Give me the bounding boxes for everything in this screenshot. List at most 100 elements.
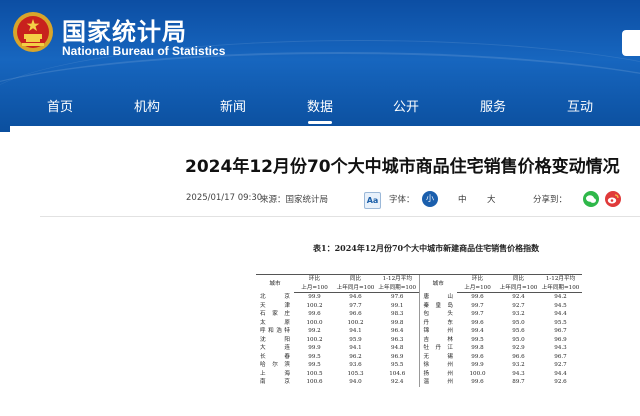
table-subheader: 上年同月=100 [498, 283, 539, 293]
table-cell-value: 93.6 [349, 362, 362, 368]
table-header-avg: 1-12月平均 [376, 274, 419, 284]
table-cell-value: 96.9 [391, 353, 404, 360]
table-cell-city: 秦皇岛 [418, 301, 457, 310]
main-nav: 首页 机构 新闻 数据 公开 服务 互动 [0, 90, 640, 128]
table-header-yoy: 同比 [498, 274, 539, 284]
table-cell-value: 89.7 [512, 379, 525, 385]
table-cell-value: 97.7 [349, 302, 362, 309]
national-emblem-icon[interactable] [11, 10, 55, 54]
table-cell-city: 徐 州 [418, 361, 457, 370]
table-cell-value: 100.5 [306, 370, 323, 377]
table-cell-value: 96.3 [391, 336, 404, 343]
table-cell-value: 99.5 [471, 336, 484, 343]
table-cell-value: 96.6 [512, 353, 525, 360]
table-cell-value: 99.1 [391, 302, 404, 309]
table-cell-value: 99.2 [308, 328, 321, 334]
table-header-mom: 环比 [457, 274, 498, 284]
table-header-yoy: 同比 [335, 274, 376, 284]
table-cell-city: 吉 林 [418, 335, 457, 344]
table-cell-value: 92.6 [554, 379, 567, 385]
font-size-small-button[interactable]: 小 [422, 191, 438, 207]
nav-item-data[interactable]: 数据 [300, 90, 340, 128]
table-row: 呼和浩特 99.2 94.1 96.4 锦 州 99.4 95.6 96.7 [256, 327, 582, 336]
table-cell-city: 扬 州 [418, 369, 457, 378]
nav-item-public[interactable]: 公开 [386, 90, 426, 128]
table-subheader: 上月=100 [294, 283, 335, 293]
table-cell-city: 天 津 [260, 302, 290, 309]
table-cell-value: 94.5 [554, 302, 567, 309]
table-cell-value: 99.5 [308, 353, 321, 360]
table-cell-value: 95.5 [554, 319, 567, 326]
table-cell-value: 99.7 [471, 302, 484, 309]
table-cell-value: 99.8 [391, 319, 404, 326]
table-cell-value: 95.0 [512, 336, 525, 343]
table-cell-city: 丹 东 [418, 318, 457, 327]
table-cell-value: 99.9 [471, 362, 484, 368]
table-cell-city: 包 头 [418, 310, 457, 319]
table-cell-value: 99.6 [471, 353, 484, 360]
nav-item-home[interactable]: 首页 [40, 90, 80, 128]
table-cell-city: 温 州 [418, 378, 457, 387]
wechat-icon[interactable] [583, 191, 599, 207]
table-title: 表1：2024年12月份70个大中城市新建商品住宅销售价格指数 [313, 243, 540, 253]
table-cell-city: 南 京 [260, 379, 290, 385]
table-cell-value: 95.6 [512, 328, 525, 334]
site-title-en[interactable]: National Bureau of Statistics [62, 44, 225, 58]
table-cell-value: 100.0 [306, 319, 323, 326]
table-cell-city: 唐 山 [418, 292, 457, 302]
table-cell-value: 99.9 [308, 294, 321, 300]
table-cell-value: 96.7 [554, 328, 567, 334]
table-row: 沈 阳 100.2 95.9 96.3 吉 林 99.5 95.0 96.9 [256, 335, 582, 344]
table-cell-value: 94.0 [349, 379, 362, 385]
font-size-icon[interactable]: Aa [364, 192, 381, 209]
nav-item-org[interactable]: 机构 [127, 90, 167, 128]
table-cell-value: 94.3 [512, 370, 525, 377]
table-cell-value: 95.0 [512, 319, 525, 326]
table-cell-value: 96.4 [391, 328, 404, 334]
search-box[interactable] [622, 30, 640, 56]
font-size-large-button[interactable]: 大 [487, 193, 496, 205]
table-cell-value: 100.6 [306, 379, 323, 385]
table-header-city: 城市 [256, 274, 294, 293]
table-row: 南 京 100.6 94.0 92.4 温 州 99.6 89.7 92.6 [256, 378, 582, 387]
font-size-medium-button[interactable]: 中 [458, 193, 467, 205]
table-cell-value: 100.0 [469, 370, 486, 377]
table-cell-city: 北 京 [260, 293, 290, 300]
nav-item-interact[interactable]: 互动 [560, 90, 600, 128]
table-row: 长 春 99.5 96.2 96.9 无 锡 99.6 96.6 96.7 [256, 352, 582, 361]
table-cell-value: 99.5 [308, 362, 321, 368]
table-cell-value: 94.1 [349, 345, 362, 351]
table-row: 哈尔滨 99.5 93.6 95.5 徐 州 99.9 93.2 92.7 [256, 361, 582, 370]
table-cell-value: 105.3 [347, 370, 364, 377]
site-header: 国家统计局 National Bureau of Statistics 首页 机… [0, 0, 640, 132]
table-cell-value: 99.6 [471, 319, 484, 326]
nav-item-news[interactable]: 新闻 [213, 90, 253, 128]
table-cell-city: 沈 阳 [260, 336, 290, 343]
table-subheader: 上年同月=100 [335, 283, 376, 293]
table-cell-value: 99.9 [308, 345, 321, 351]
table-cell-value: 99.6 [308, 311, 321, 317]
table-cell-value: 97.6 [391, 294, 404, 300]
article-title: 2024年12月份70个大中城市商品住宅销售价格变动情况 [185, 157, 620, 177]
article-source: 来源：国家统计局 [260, 195, 329, 205]
table-row: 北 京 99.9 94.6 97.6 唐 山 99.6 92.4 94.2 [256, 292, 582, 302]
nav-item-service[interactable]: 服务 [473, 90, 513, 128]
article-date: 2025/01/17 09:30 [186, 193, 263, 203]
table-cell-value: 96.9 [554, 336, 567, 343]
table-cell-value: 94.2 [554, 294, 567, 300]
table-cell-value: 92.4 [512, 294, 525, 300]
table-cell-value: 99.6 [471, 294, 484, 300]
content-divider [40, 216, 640, 217]
table-cell-city: 锦 州 [418, 327, 457, 336]
table-cell-value: 99.6 [471, 379, 484, 385]
table-cell-value: 95.5 [391, 362, 404, 368]
font-label: 字体： [389, 195, 415, 205]
weibo-icon[interactable] [605, 191, 621, 207]
table-cell-value: 100.2 [306, 302, 323, 309]
table-subheader: 上年同期=100 [376, 283, 419, 293]
table-cell-value: 99.7 [471, 311, 484, 317]
table-cell-value: 92.4 [391, 379, 404, 385]
table-cell-city: 石家庄 [260, 311, 290, 317]
table-cell-city: 牡丹江 [418, 344, 457, 353]
site-title-cn[interactable]: 国家统计局 [62, 12, 187, 47]
